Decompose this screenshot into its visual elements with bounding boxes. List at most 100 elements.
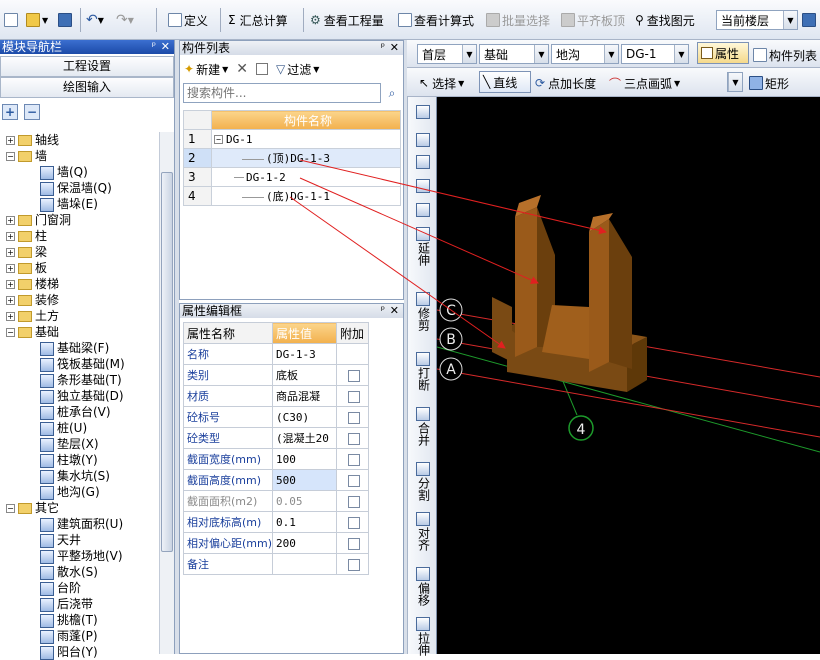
batch-select-button[interactable]: 批量选择 bbox=[486, 10, 550, 30]
scroll-thumb[interactable] bbox=[161, 172, 173, 552]
align-slab-top-button[interactable]: 平齐板顶 bbox=[561, 10, 625, 30]
tree-item[interactable]: 基础梁(F) bbox=[40, 340, 109, 356]
open-file-button[interactable]: ▼ bbox=[26, 10, 48, 30]
property-value-cell[interactable]: DG-1-3 bbox=[272, 343, 338, 365]
tree-item[interactable]: 挑檐(T) bbox=[40, 612, 98, 628]
edit-tool-button[interactable]: 打断 bbox=[410, 352, 436, 394]
tree-item[interactable]: 平整场地(V) bbox=[40, 548, 123, 564]
expand-toggle-icon[interactable]: + bbox=[6, 312, 15, 321]
tree-item[interactable]: − 墙 bbox=[6, 148, 47, 164]
edit-tool-button[interactable]: 修剪 bbox=[410, 292, 436, 334]
tree-item[interactable]: + 装修 bbox=[6, 292, 59, 308]
copy-tool-icon[interactable] bbox=[410, 133, 436, 148]
collapse-all-button[interactable]: − bbox=[24, 104, 40, 120]
close-icon[interactable]: ✕ bbox=[161, 40, 170, 54]
save-button[interactable] bbox=[58, 10, 74, 30]
close-icon[interactable]: ✕ bbox=[390, 304, 399, 318]
copy-icon[interactable] bbox=[255, 63, 268, 75]
property-value-cell[interactable]: (C30) bbox=[272, 406, 338, 428]
floor-scope-select[interactable]: 当前楼层 ▼ bbox=[716, 10, 798, 30]
tree-item[interactable]: 地沟(G) bbox=[40, 484, 100, 500]
tree-item[interactable]: 桩(U) bbox=[40, 420, 87, 436]
extra-checkbox[interactable] bbox=[348, 411, 361, 424]
pin-icon[interactable]: ᵖ bbox=[381, 304, 385, 318]
row-name-cell[interactable]: (底)DG-1-1 bbox=[211, 186, 401, 206]
property-row[interactable]: 相对底标高(m) 0.1 bbox=[182, 511, 370, 533]
tree-item[interactable]: + 楼梯 bbox=[6, 276, 59, 292]
tree-item[interactable]: 柱墩(Y) bbox=[40, 452, 98, 468]
tree-item[interactable]: 条形基础(T) bbox=[40, 372, 122, 388]
mirror-icon[interactable] bbox=[410, 155, 436, 170]
property-value-cell[interactable]: 0.1 bbox=[272, 511, 338, 533]
trench-3d-model[interactable] bbox=[492, 195, 647, 392]
tree-item[interactable]: 保温墙(Q) bbox=[40, 180, 112, 196]
tree-item[interactable]: 阳台(Y) bbox=[40, 644, 98, 660]
rectangle-tool-button[interactable]: 矩形 bbox=[749, 73, 789, 93]
extra-checkbox[interactable] bbox=[348, 474, 361, 487]
property-value-cell[interactable]: (混凝土20 bbox=[272, 427, 338, 449]
tree-item[interactable]: 台阶 bbox=[40, 580, 81, 596]
expand-toggle-icon[interactable]: − bbox=[6, 328, 15, 337]
edit-tool-button[interactable]: 分割 bbox=[410, 462, 436, 504]
project-settings-button[interactable]: 工程设置 bbox=[0, 56, 174, 77]
property-row[interactable]: 名称 DG-1-3 bbox=[182, 343, 370, 365]
expand-toggle-icon[interactable]: + bbox=[6, 248, 15, 257]
property-value-cell[interactable]: 底板 bbox=[272, 364, 338, 386]
pin-icon[interactable]: ᵖ bbox=[381, 41, 385, 55]
edit-tool-button[interactable]: 延伸 bbox=[410, 227, 436, 269]
tree-item[interactable]: + 梁 bbox=[6, 244, 47, 260]
tree-item[interactable]: 建筑面积(U) bbox=[40, 516, 123, 532]
collapse-icon[interactable]: − bbox=[214, 135, 223, 144]
3d-view-button[interactable] bbox=[802, 10, 818, 30]
property-value-cell[interactable]: 100 bbox=[272, 448, 338, 470]
properties-toggle-button[interactable]: 属性 bbox=[697, 42, 749, 64]
extra-checkbox[interactable] bbox=[348, 369, 361, 382]
tree-item[interactable]: − 基础 bbox=[6, 324, 59, 340]
arc-options-select[interactable]: ▼ bbox=[727, 72, 743, 92]
property-value-cell[interactable]: 500 bbox=[272, 469, 338, 491]
expand-toggle-icon[interactable]: + bbox=[6, 136, 15, 145]
tree-item[interactable]: 垫层(X) bbox=[40, 436, 99, 452]
select-tool-button[interactable]: ↖ 选择 ▼ bbox=[419, 73, 464, 93]
tree-item[interactable]: − 其它 bbox=[6, 500, 59, 516]
pencil-icon[interactable] bbox=[410, 105, 436, 120]
property-value-cell[interactable]: 200 bbox=[272, 532, 338, 554]
component-type-select[interactable]: 地沟 ▼ bbox=[551, 44, 619, 64]
search-component-input[interactable] bbox=[183, 83, 381, 103]
tree-item[interactable]: 桩承台(V) bbox=[40, 404, 111, 420]
point-length-tool-button[interactable]: ⟳ 点加长度 bbox=[535, 73, 596, 93]
tree-item[interactable]: 独立基础(D) bbox=[40, 388, 124, 404]
property-row[interactable]: 相对偏心距(mm) 200 bbox=[182, 532, 370, 554]
floor-select[interactable]: 首层 ▼ bbox=[417, 44, 477, 64]
expand-toggle-icon[interactable]: + bbox=[6, 296, 15, 305]
new-component-button[interactable]: ✦ 新建 ▼ bbox=[184, 61, 228, 78]
define-button[interactable]: 定义 bbox=[168, 10, 208, 30]
row-name-cell[interactable]: (顶)DG-1-3 bbox=[211, 148, 401, 168]
nav-scrollbar[interactable] bbox=[159, 132, 174, 654]
move-icon[interactable] bbox=[410, 179, 436, 194]
new-file-button[interactable] bbox=[4, 10, 20, 30]
three-point-arc-button[interactable]: ⌒ 三点画弧 ▼ bbox=[609, 73, 680, 93]
component-list-toggle-button[interactable]: 构件列表 bbox=[753, 45, 817, 65]
tree-item[interactable]: + 门窗洞 bbox=[6, 212, 71, 228]
extra-checkbox[interactable] bbox=[348, 453, 361, 466]
table-row[interactable]: 3 DG-1-2 bbox=[183, 167, 401, 187]
sum-calc-button[interactable]: Σ 汇总计算 bbox=[228, 10, 288, 30]
edit-tool-button[interactable]: 拉伸 bbox=[410, 617, 436, 659]
property-row[interactable]: 截面宽度(mm) 100 bbox=[182, 448, 370, 470]
find-element-button[interactable]: ⚲ 查找图元 bbox=[635, 10, 695, 30]
tree-item[interactable]: 集水坑(S) bbox=[40, 468, 110, 484]
extra-checkbox[interactable] bbox=[348, 558, 361, 571]
tree-item[interactable]: + 土方 bbox=[6, 308, 59, 324]
property-row[interactable]: 备注 bbox=[182, 553, 370, 575]
property-row[interactable]: 截面面积(m2) 0.05 bbox=[182, 490, 370, 512]
property-row[interactable]: 砼类型 (混凝土20 bbox=[182, 427, 370, 449]
undo-button[interactable]: ↶ ▼ bbox=[86, 10, 104, 30]
expand-toggle-icon[interactable]: + bbox=[6, 264, 15, 273]
redo-button[interactable]: ↷ ▼ bbox=[116, 10, 134, 30]
category-select[interactable]: 基础 ▼ bbox=[479, 44, 549, 64]
tree-item[interactable]: + 轴线 bbox=[6, 132, 59, 148]
delete-icon[interactable]: ✕ bbox=[236, 61, 248, 77]
tree-item[interactable]: + 柱 bbox=[6, 228, 47, 244]
search-icon[interactable]: ⌕ bbox=[383, 83, 401, 103]
